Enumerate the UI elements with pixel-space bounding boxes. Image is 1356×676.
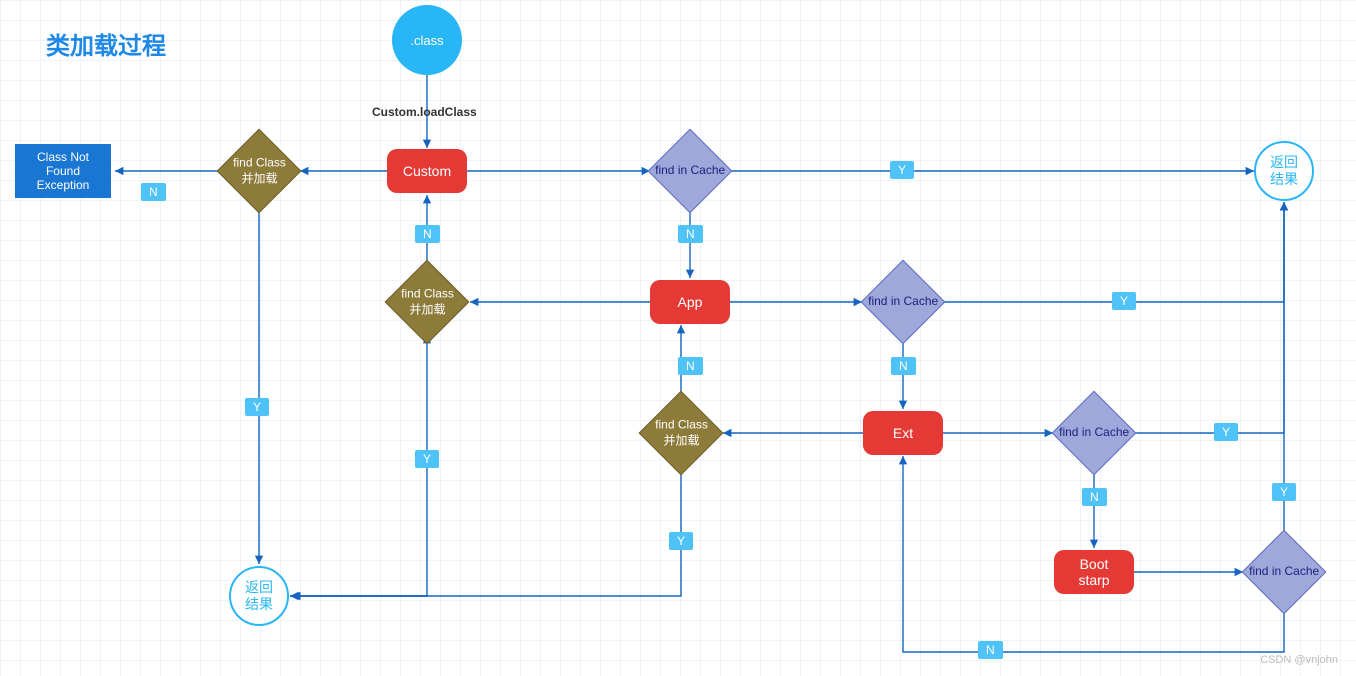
badge-y-cache3: Y [1214,423,1238,441]
start-node: .class [392,5,462,75]
badge-y-findclass1: Y [245,398,269,416]
badge-y-findclass2: Y [415,450,439,468]
diamond-findclass-3-label: find Class 并加载 [655,417,708,448]
diamond-findclass-1-label: find Class 并加载 [233,155,286,186]
loader-custom: Custom [387,149,467,193]
badge-n-app-up: N [678,357,703,375]
diamond-findclass-2-label: find Class 并加载 [401,286,454,317]
badge-y-cache4: Y [1272,483,1296,501]
diamond-cache-4-label: find in Cache [1249,564,1319,580]
badge-y-cache1: Y [890,161,914,179]
badge-n-findclass2: N [415,225,440,243]
diamond-cache-1-label: find in Cache [655,163,725,179]
diamond-cache-3-label: find in Cache [1059,425,1129,441]
badge-y-findclass3: Y [669,532,693,550]
result-bottom: 返回 结果 [229,566,289,626]
diamond-cache-2-label: find in Cache [868,294,938,310]
badge-n-cache4: N [978,641,1003,659]
badge-n-cache1: N [678,225,703,243]
badge-n-exception: N [141,183,166,201]
diagram-title: 类加载过程 [46,26,166,61]
background-grid [0,0,1356,676]
edge-label-loadclass: Custom.loadClass [372,105,477,119]
watermark: CSDN @vnjohn [1260,654,1338,666]
loader-ext: Ext [863,411,943,455]
badge-n-cache2: N [891,357,916,375]
exception-node: Class Not Found Exception [15,144,111,198]
badge-y-cache2: Y [1112,292,1136,310]
loader-app: App [650,280,730,324]
loader-bootstrap: Boot starp [1054,550,1134,594]
result-top: 返回 结果 [1254,141,1314,201]
badge-n-cache3: N [1082,488,1107,506]
